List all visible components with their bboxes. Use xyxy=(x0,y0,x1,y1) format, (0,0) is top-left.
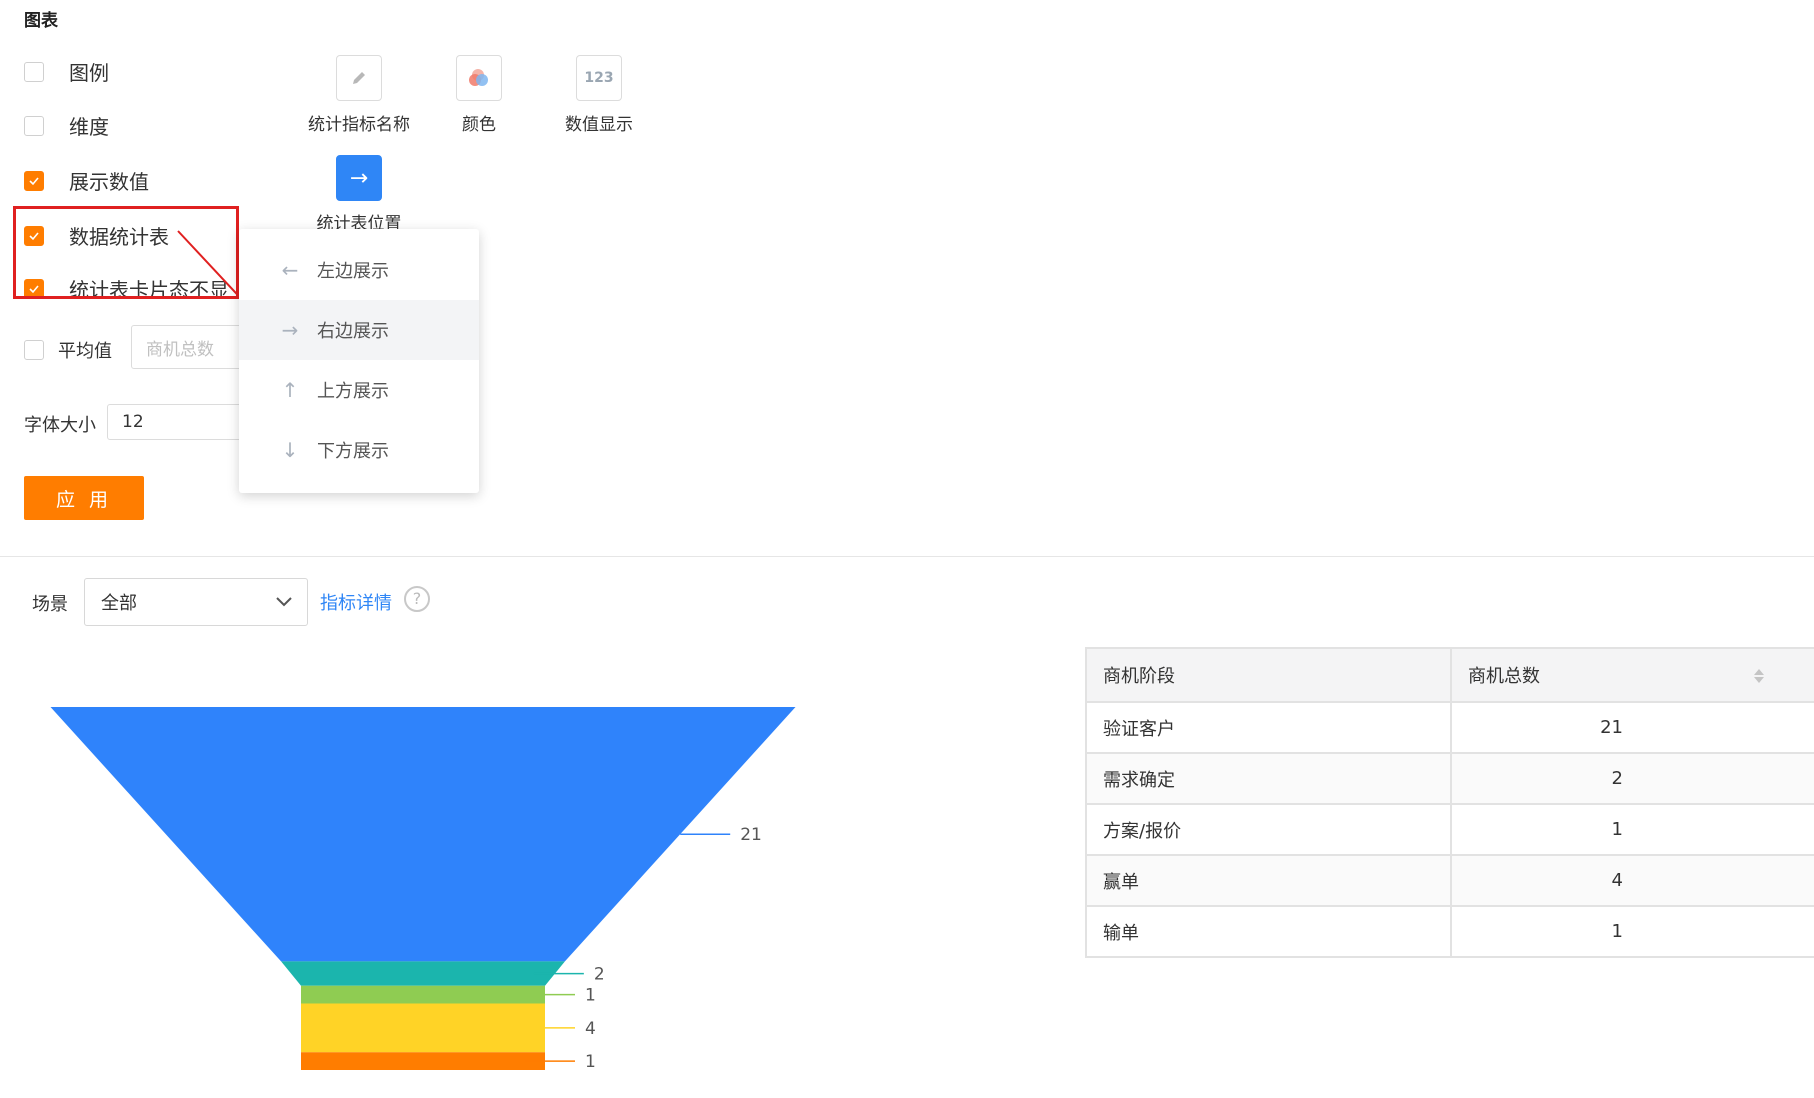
color-label: 颜色 xyxy=(462,115,496,135)
metric-name-label: 统计指标名称 xyxy=(308,115,410,135)
average-label: 平均值 xyxy=(58,341,112,362)
table-row: 验证客户 21 xyxy=(1085,701,1814,754)
chevron-down-icon xyxy=(276,597,292,607)
funnel-segment-1[interactable] xyxy=(281,961,565,986)
dimension-checkbox[interactable] xyxy=(24,115,44,136)
funnel-segment-4[interactable] xyxy=(301,1052,545,1070)
arrow-right-icon: → xyxy=(281,318,299,342)
funnel-value-label: 4 xyxy=(585,1019,596,1039)
section-title: 图表 xyxy=(24,11,58,31)
number-display-label: 数值显示 xyxy=(565,115,633,135)
dimension-label: 维度 xyxy=(69,115,109,139)
funnel-segment-3[interactable] xyxy=(301,1003,545,1053)
average-checkbox[interactable] xyxy=(24,340,44,360)
show-values-label: 展示数值 xyxy=(69,170,149,194)
metric-details-link[interactable]: 指标详情 xyxy=(320,589,392,615)
font-size-input[interactable]: 12 xyxy=(107,404,243,440)
average-metric-input[interactable]: 商机总数 xyxy=(131,325,243,369)
table-position-menu: ← 左边展示 → 右边展示 ↑ 上方展示 ↓ 下方展示 xyxy=(239,229,479,493)
pencil-icon[interactable] xyxy=(336,55,382,101)
table-row: 输单 1 xyxy=(1085,905,1814,958)
dimension-option[interactable]: 维度 xyxy=(24,111,109,140)
sort-icon[interactable] xyxy=(1752,667,1766,685)
show-values-option[interactable]: 展示数值 xyxy=(24,166,149,195)
color-palette-icon[interactable] xyxy=(456,55,502,101)
divider xyxy=(0,556,1814,557)
legend-checkbox[interactable] xyxy=(24,61,44,82)
funnel-value-label: 2 xyxy=(594,965,605,985)
funnel-chart: 212141 xyxy=(50,707,796,1072)
font-size-label: 字体大小 xyxy=(24,415,96,436)
stats-table: 商机阶段 商机总数 验证客户 21 需求确定 2 方案/报价 1 赢单 4 输单… xyxy=(1085,647,1814,958)
menu-item-bottom[interactable]: ↓ 下方展示 xyxy=(239,420,479,480)
help-icon[interactable]: ? xyxy=(404,586,430,612)
menu-item-left[interactable]: ← 左边展示 xyxy=(239,240,479,300)
scene-label: 场景 xyxy=(32,594,68,615)
column-header-stage: 商机阶段 xyxy=(1085,647,1452,703)
table-row: 需求确定 2 xyxy=(1085,752,1814,805)
check-icon xyxy=(29,176,39,185)
funnel-value-label: 1 xyxy=(585,1052,596,1072)
menu-item-top[interactable]: ↑ 上方展示 xyxy=(239,360,479,420)
table-row: 赢单 4 xyxy=(1085,854,1814,907)
column-header-total[interactable]: 商机总数 xyxy=(1450,647,1814,703)
menu-item-right[interactable]: → 右边展示 xyxy=(239,300,479,360)
funnel-value-label: 21 xyxy=(740,825,762,845)
legend-label: 图例 xyxy=(69,61,109,85)
arrow-down-icon: ↓ xyxy=(281,438,299,462)
table-row: 方案/报价 1 xyxy=(1085,803,1814,856)
arrow-up-icon: ↑ xyxy=(281,378,299,402)
scene-select[interactable]: 全部 xyxy=(84,578,308,626)
show-values-checkbox[interactable] xyxy=(24,170,44,191)
funnel-value-label: 1 xyxy=(585,986,596,1006)
apply-button[interactable]: 应 用 xyxy=(24,476,144,520)
legend-option[interactable]: 图例 xyxy=(24,57,109,86)
funnel-segment-2[interactable] xyxy=(301,985,545,1004)
number-123-icon[interactable]: 123 xyxy=(576,55,622,101)
arrow-left-icon: ← xyxy=(281,258,299,282)
average-option[interactable]: 平均值 xyxy=(24,337,112,363)
arrow-right-icon[interactable]: → xyxy=(336,155,382,201)
